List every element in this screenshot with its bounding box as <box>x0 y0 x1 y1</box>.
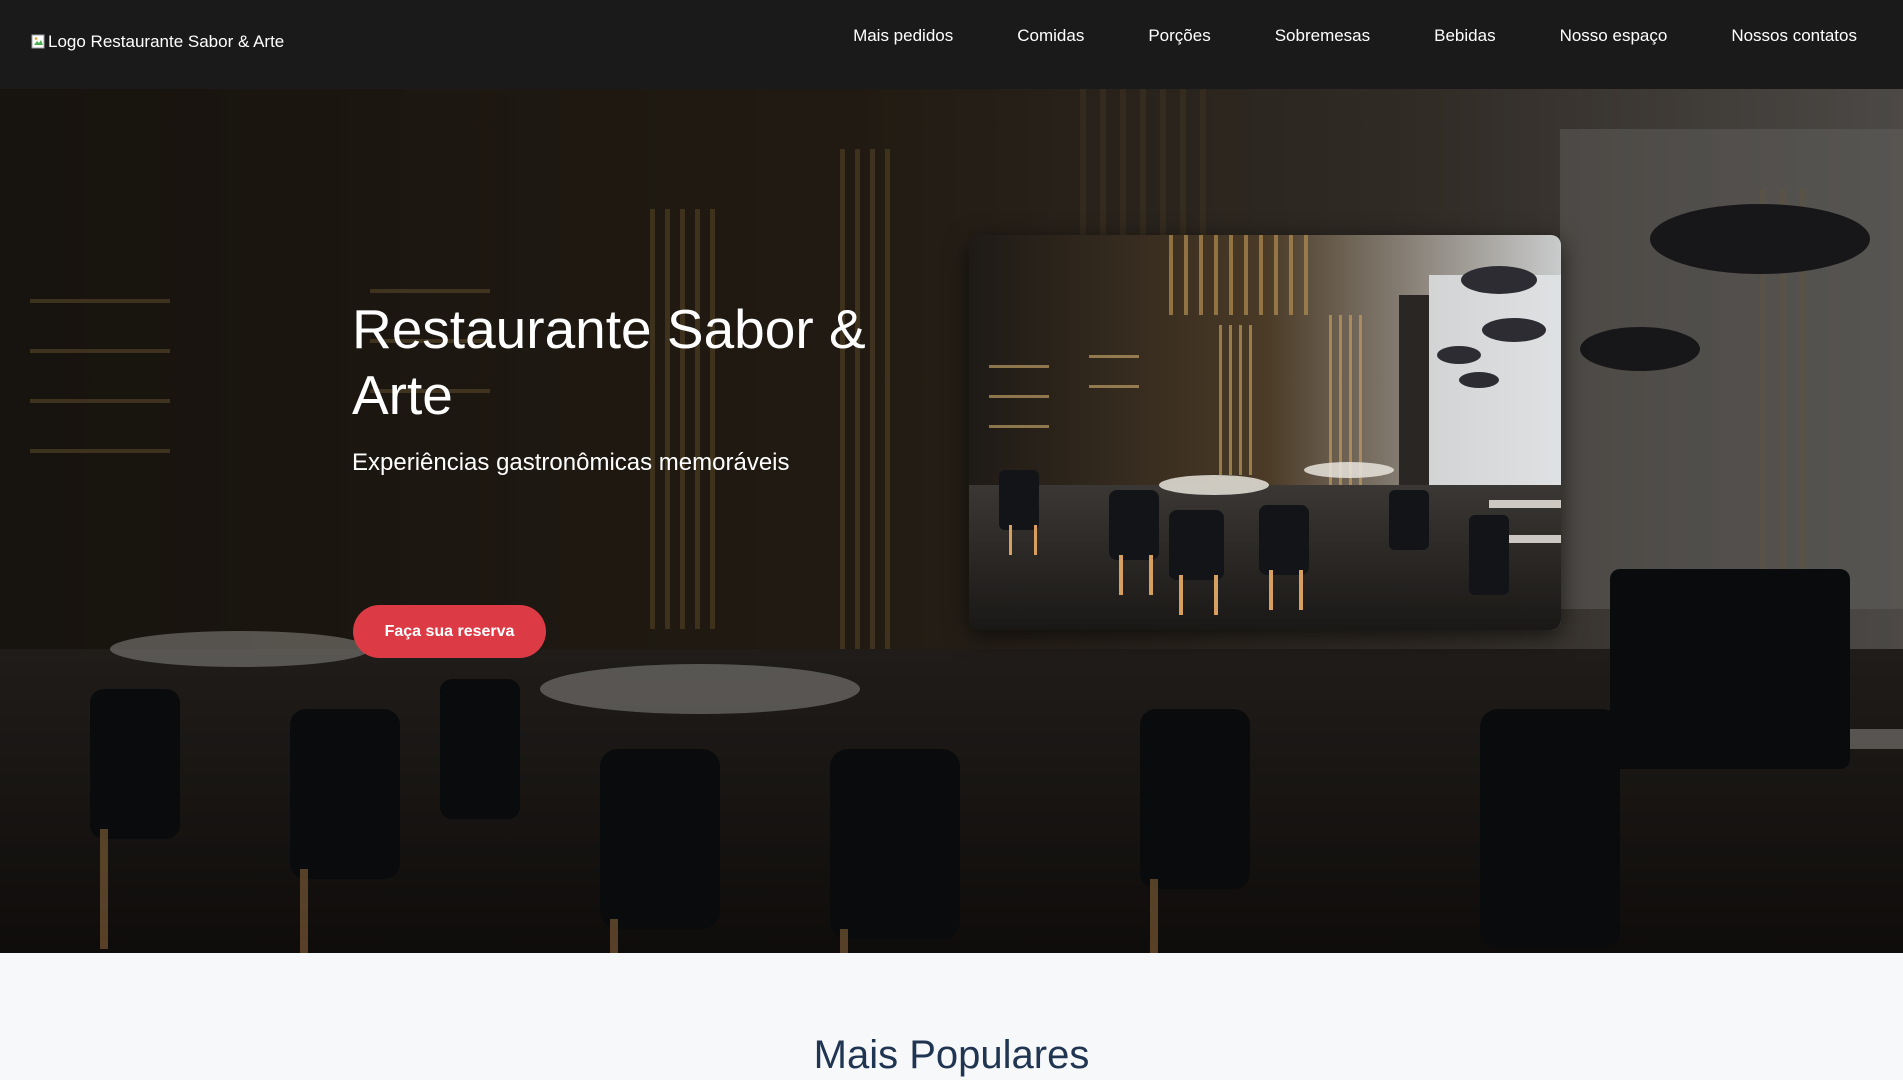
section-title-mais-populares: Mais Populares <box>813 1033 1090 1077</box>
restaurant-interior-image <box>969 235 1561 630</box>
hero-dark-overlay <box>0 89 1903 953</box>
nav-item-mais-pedidos[interactable]: Mais pedidos <box>853 24 953 48</box>
logo-link[interactable]: Logo Restaurante Sabor & Arte <box>31 32 284 52</box>
nav-item-sobremesas[interactable]: Sobremesas <box>1275 24 1370 48</box>
nav-item-porcoes[interactable]: Porções <box>1148 24 1210 48</box>
nav-item-comidas[interactable]: Comidas <box>1017 24 1084 48</box>
nav-item-bebidas[interactable]: Bebidas <box>1434 24 1495 48</box>
site-header: Logo Restaurante Sabor & Arte Mais pedid… <box>0 0 1903 89</box>
hero-section <box>0 89 1903 953</box>
hero-title: Restaurante Sabor & Arte <box>352 298 866 426</box>
logo-alt-text: Logo Restaurante Sabor & Arte <box>48 32 285 51</box>
nav-item-nosso-espaco[interactable]: Nosso espaço <box>1560 24 1668 48</box>
hero-content: Restaurante Sabor & Arte Experiências ga… <box>352 296 912 478</box>
main-nav: Mais pedidos Comidas Porções Sobremesas … <box>853 24 1857 48</box>
hero-subtitle: Experiências gastronômicas memoráveis <box>352 449 790 476</box>
nav-item-nossos-contatos[interactable]: Nossos contatos <box>1731 24 1857 48</box>
reservation-button[interactable]: Faça sua reserva <box>353 605 546 658</box>
broken-image-icon <box>31 34 47 50</box>
